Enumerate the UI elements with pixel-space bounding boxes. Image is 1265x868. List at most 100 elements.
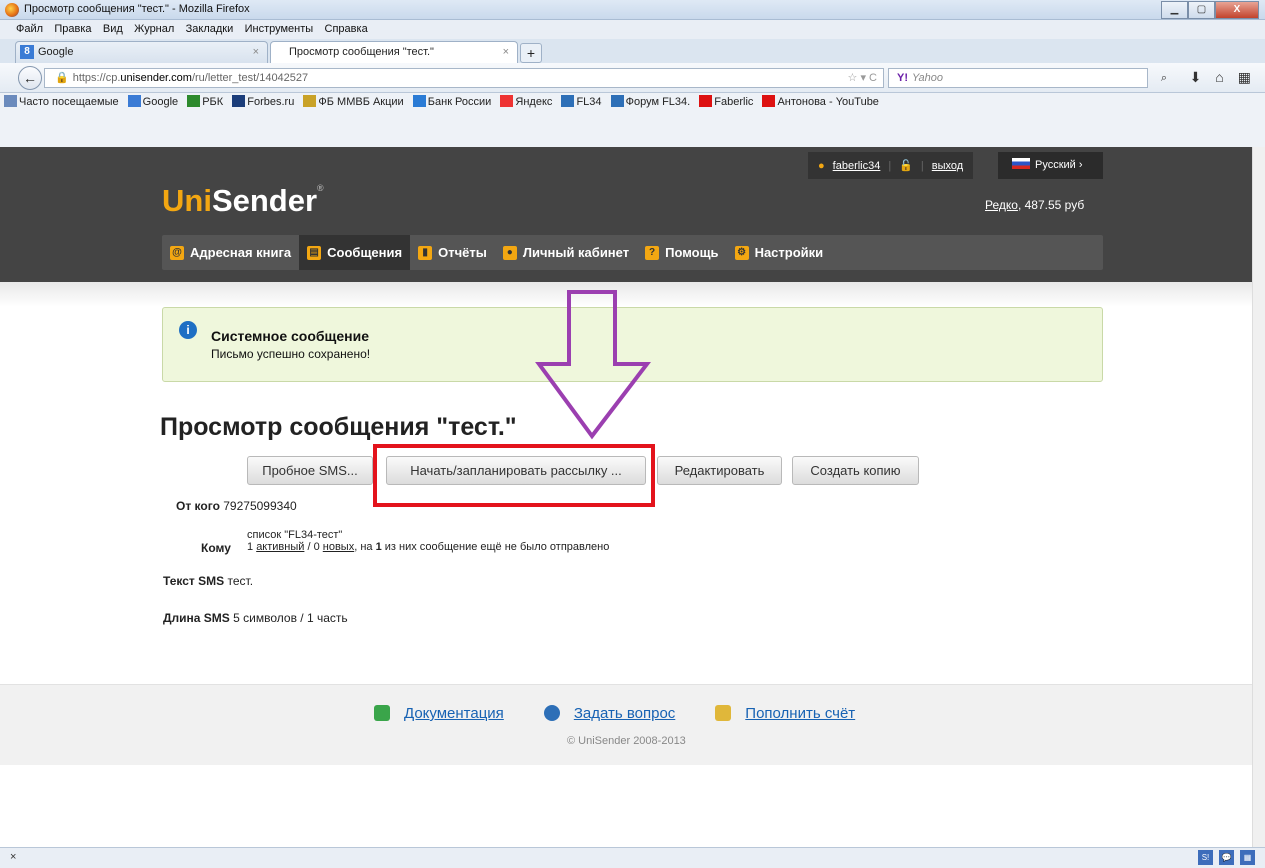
- info-icon: i: [179, 321, 197, 339]
- sms-length-field: Длина SMS 5 символов / 1 часть: [163, 611, 348, 625]
- cbr-icon: [412, 95, 426, 107]
- navigation-bar: ← 🔒 https://cp.unisender.com/ru/letter_te…: [0, 63, 1265, 93]
- bookmark-micex[interactable]: ФБ ММВБ Акции: [303, 95, 404, 108]
- edit-button[interactable]: Редактировать: [657, 456, 782, 485]
- user-bar: ● faberlic34 | 🔓 | выход: [808, 152, 974, 179]
- page-title: Просмотр сообщения "тест.": [160, 413, 517, 441]
- menu-file[interactable]: Файл: [0, 20, 47, 35]
- docs-item: Документация: [374, 705, 504, 722]
- document-icon: [374, 705, 390, 721]
- menu-help[interactable]: Справка: [321, 20, 372, 35]
- nav-account[interactable]: ● Личный кабинет: [495, 235, 637, 270]
- lock-icon[interactable]: 🔓: [899, 159, 913, 172]
- user-icon: ●: [818, 159, 825, 172]
- nav-address-book[interactable]: @ Адресная книга: [162, 235, 299, 270]
- language-selector[interactable]: Русский ›: [998, 152, 1103, 179]
- forbes-icon: [232, 95, 246, 107]
- logout-link[interactable]: выход: [932, 160, 963, 172]
- home-icon[interactable]: ⌂: [1215, 69, 1223, 86]
- window-title: Просмотр сообщения "тест." - Mozilla Fir…: [24, 3, 250, 15]
- vertical-scrollbar[interactable]: [1252, 147, 1265, 847]
- topup-link[interactable]: Пополнить счёт: [745, 705, 855, 722]
- menu-view[interactable]: Вид: [99, 20, 127, 35]
- active-link[interactable]: активный: [256, 541, 304, 553]
- bookmark-google[interactable]: Google: [127, 95, 178, 108]
- bookmark-youtube[interactable]: Антонова - YouTube: [762, 95, 879, 108]
- yandex-icon: [500, 95, 514, 107]
- topup-item: Пополнить счёт: [715, 705, 855, 722]
- bookmark-faberlic[interactable]: Faberlic: [699, 95, 753, 108]
- from-field: От кого 79275099340: [176, 499, 297, 513]
- chat-icon[interactable]: 💬: [1219, 850, 1234, 865]
- menu-tools[interactable]: Инструменты: [241, 20, 318, 35]
- close-window-button[interactable]: X: [1215, 1, 1259, 19]
- tab-label: Google: [38, 46, 74, 58]
- menu-history[interactable]: Журнал: [130, 20, 178, 35]
- toolbar-icons: ⬇ ⌂ ▦: [1190, 69, 1251, 86]
- new-link[interactable]: новых: [323, 541, 354, 553]
- addon-icon[interactable]: ▦: [1238, 69, 1251, 86]
- notice-message: Письмо успешно сохранено!: [211, 347, 371, 361]
- new-tab-button[interactable]: +: [520, 43, 542, 63]
- google-icon: [127, 95, 141, 107]
- fl34-icon: [561, 95, 575, 107]
- back-button[interactable]: ←: [18, 66, 42, 90]
- fl34-forum-icon: [610, 95, 624, 107]
- bookmark-fl34-forum[interactable]: Форум FL34.: [610, 95, 690, 108]
- menu-bookmarks[interactable]: Закладки: [182, 20, 238, 35]
- download-icon[interactable]: ⬇: [1190, 69, 1202, 86]
- question-icon: [543, 705, 560, 721]
- bookmark-fl34[interactable]: FL34: [561, 95, 602, 108]
- url-bar[interactable]: 🔒 https://cp.unisender.com/ru/letter_test…: [44, 68, 884, 88]
- ask-link[interactable]: Задать вопрос: [574, 705, 675, 722]
- search-icon[interactable]: ⌕: [1161, 69, 1167, 87]
- tab-message-view[interactable]: Просмотр сообщения "тест." ×: [270, 41, 518, 63]
- addon-s-icon[interactable]: S!: [1198, 850, 1213, 865]
- username-link[interactable]: faberlic34: [833, 160, 881, 172]
- tab-close-icon[interactable]: ×: [253, 42, 259, 62]
- balance-info: Редко, 487.55 руб: [985, 198, 1085, 212]
- wallet-icon: [715, 705, 732, 721]
- url-controls[interactable]: ☆ ▾ C: [848, 69, 877, 87]
- help-icon: ?: [645, 245, 660, 260]
- minimize-button[interactable]: ▁: [1161, 1, 1188, 19]
- bookmark-yandex[interactable]: Яндекс: [500, 95, 552, 108]
- notice-title: Системное сообщение: [211, 328, 369, 344]
- menu-edit[interactable]: Правка: [50, 20, 95, 35]
- bookmark-most-visited[interactable]: Часто посещаемые: [4, 95, 119, 108]
- bookmark-forbes[interactable]: Forbes.ru: [232, 95, 294, 108]
- messages-icon: ▤: [307, 245, 322, 260]
- tab-bar: 8 Google × Просмотр сообщения "тест." × …: [0, 39, 1265, 63]
- copy-button[interactable]: Создать копию: [792, 456, 919, 485]
- main-nav: @ Адресная книга ▤ Сообщения ▮ Отчёты ● Личн…: [162, 235, 1103, 270]
- google-favicon-icon: 8: [20, 45, 34, 59]
- bookmarks-bar: Часто посещаемые Google РБК Forbes.ru ФБ…: [0, 93, 1265, 147]
- maximize-button[interactable]: ▢: [1188, 1, 1215, 19]
- bookmark-cbr[interactable]: Банк России: [412, 95, 491, 108]
- nav-settings[interactable]: ⚙ Настройки: [727, 235, 832, 270]
- search-bar[interactable]: Y! Yahoo ⌕: [888, 68, 1167, 88]
- nav-help[interactable]: ? Помощь: [637, 235, 726, 270]
- video-download-icon[interactable]: ▦: [1240, 850, 1255, 865]
- close-findbar-icon[interactable]: ×: [10, 851, 16, 863]
- to-label: Кому: [201, 541, 231, 555]
- site-header: UniSender® ● faberlic34 | 🔓 | выход Русс…: [0, 147, 1252, 282]
- tab-google[interactable]: 8 Google ×: [15, 41, 268, 63]
- bookmark-rbk[interactable]: РБК: [187, 95, 223, 108]
- tab-close-icon[interactable]: ×: [503, 42, 509, 62]
- to-value: список "FL34-тест" 1 активный / 0 новых,…: [247, 529, 609, 553]
- nav-reports[interactable]: ▮ Отчёты: [410, 235, 495, 270]
- russian-flag-icon: [1012, 158, 1030, 169]
- trial-sms-button[interactable]: Пробное SMS...: [247, 456, 373, 485]
- addon-icons: S! 💬 ▦: [1198, 850, 1255, 865]
- divider: |: [920, 159, 924, 172]
- docs-link[interactable]: Документация: [404, 705, 504, 722]
- nav-messages[interactable]: ▤ Сообщения: [299, 235, 411, 270]
- url-path: /ru/letter_test/14042527: [191, 72, 309, 84]
- chart-icon: ▮: [418, 245, 433, 260]
- tab-label: Просмотр сообщения "тест.": [289, 46, 434, 58]
- gear-icon: ⚙: [734, 245, 749, 260]
- balance-link[interactable]: Редко: [985, 198, 1018, 212]
- unisender-logo[interactable]: UniSender®: [162, 183, 324, 219]
- user-icon: ●: [502, 245, 517, 260]
